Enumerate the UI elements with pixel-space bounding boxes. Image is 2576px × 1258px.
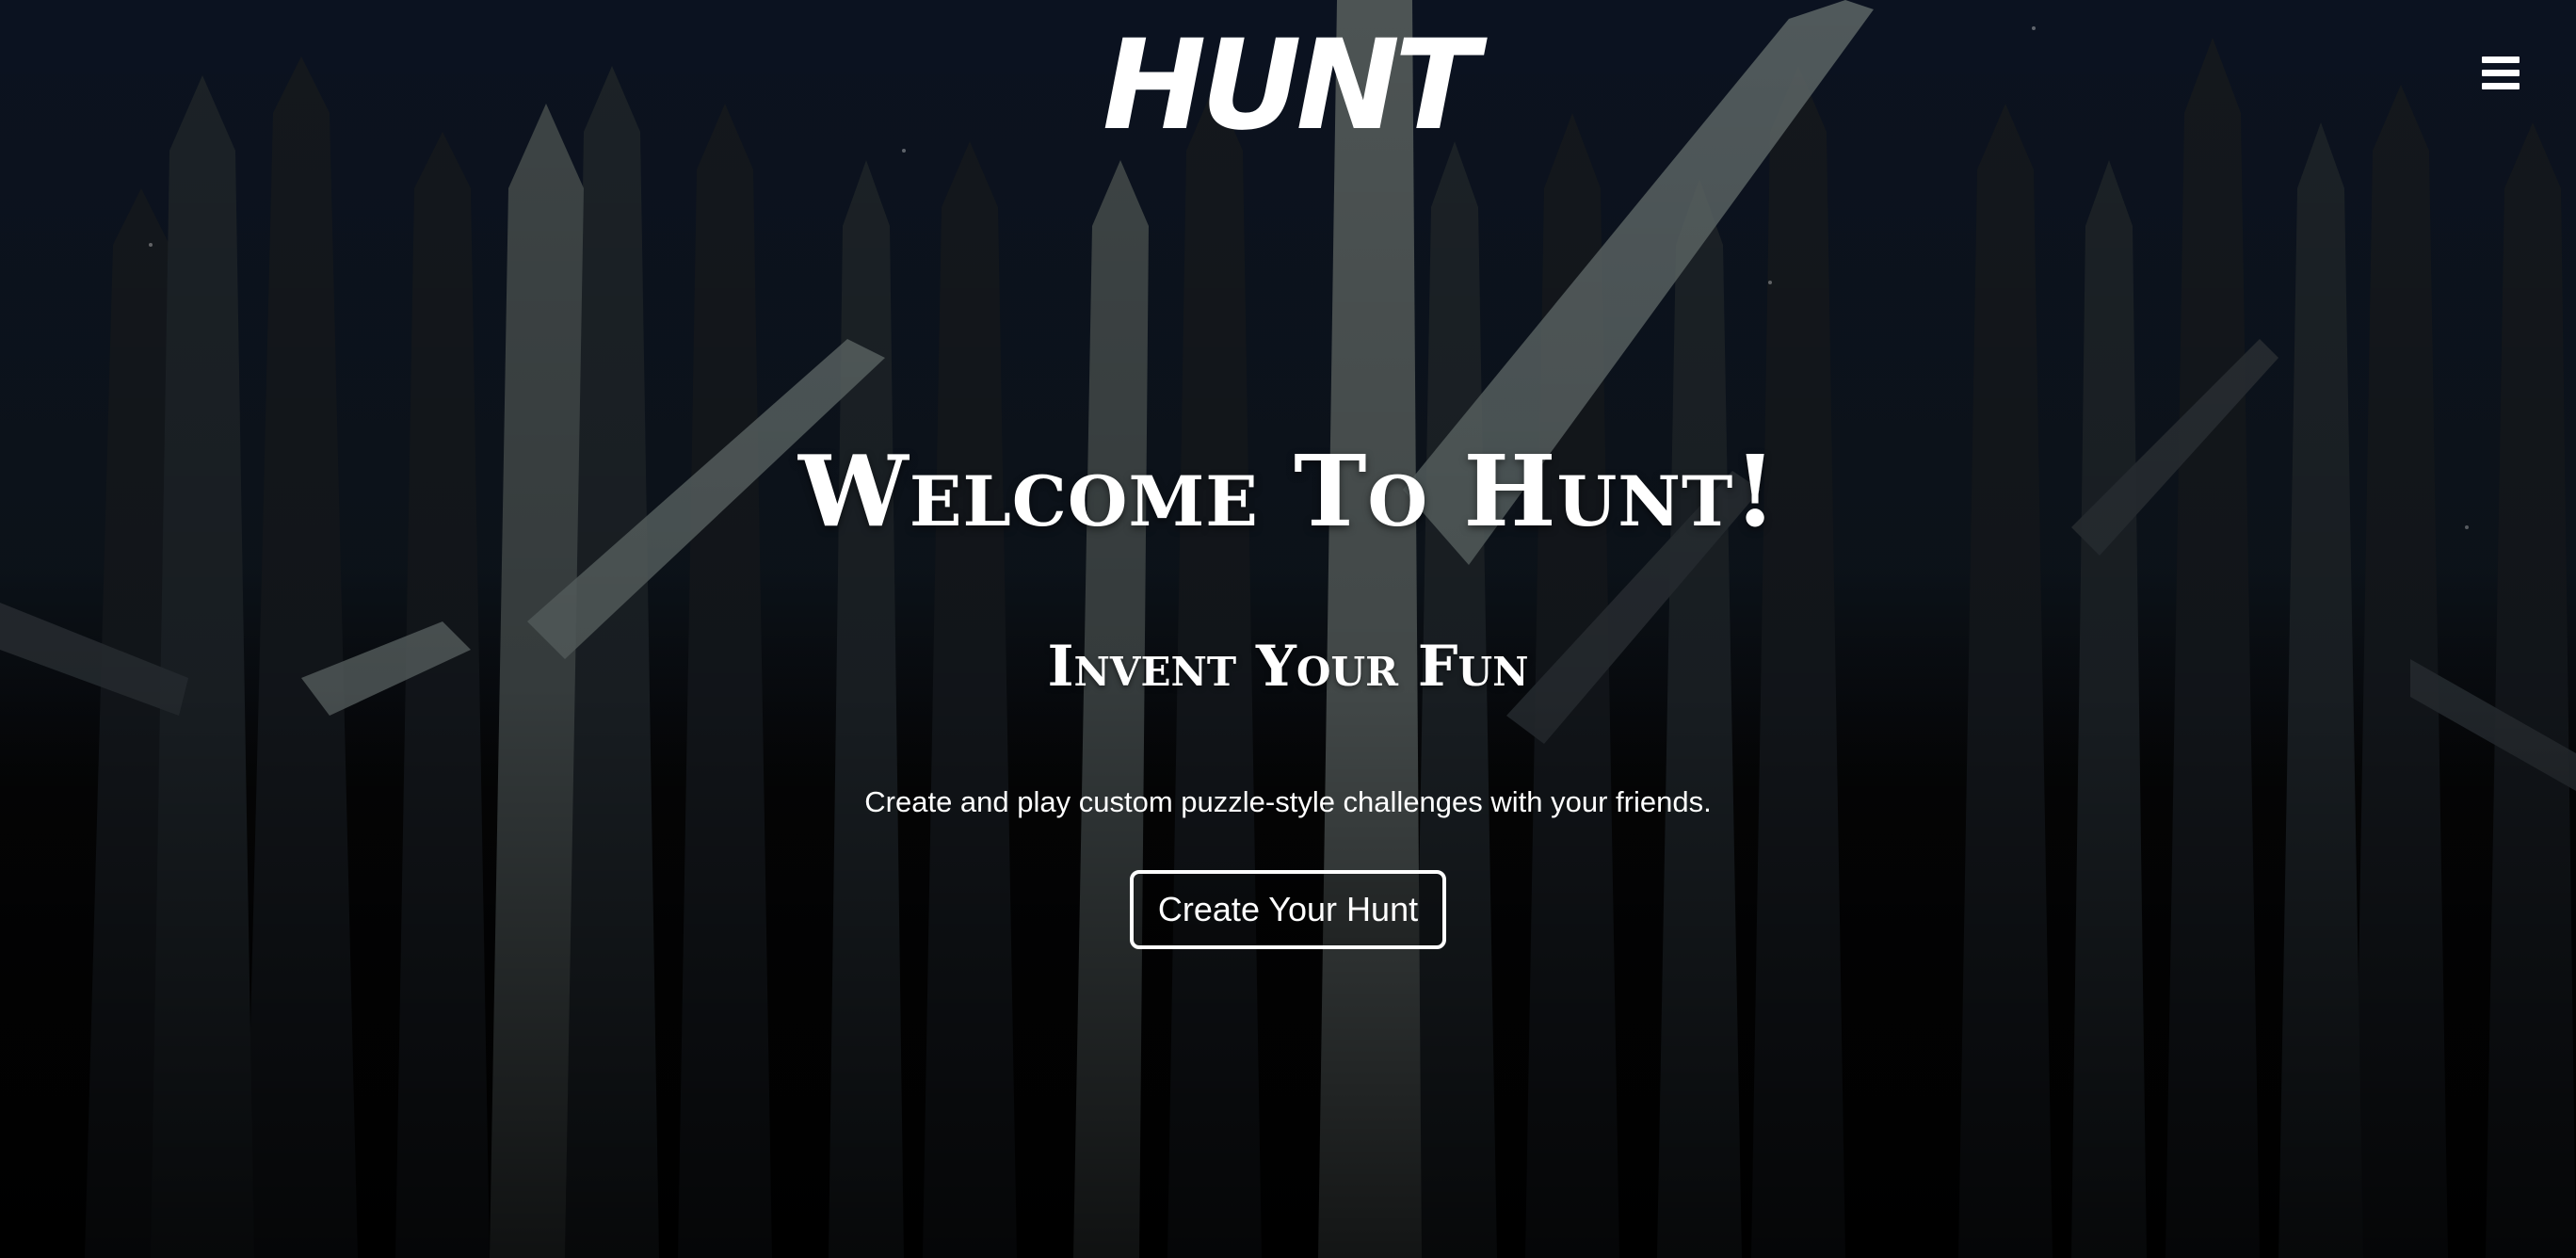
hunt-logo[interactable]: HUNT [1071, 26, 1505, 139]
menu-bar [2482, 70, 2520, 76]
hero-section: Welcome To Hunt! Invent Your Fun Create … [0, 433, 2576, 949]
create-your-hunt-button[interactable]: Create Your Hunt [1129, 870, 1447, 949]
landing-page: HUNT Welcome To Hunt! Invent Your Fun Cr… [0, 0, 2576, 1258]
hunt-logo-graphic: HUNT [1103, 26, 1493, 139]
hamburger-menu-icon[interactable] [2482, 56, 2520, 90]
menu-bar [2482, 56, 2520, 63]
hunt-logo-text: HUNT [1103, 26, 1488, 139]
hero-subtitle: Invent Your Fun [1047, 634, 1529, 700]
page-title: Welcome To Hunt! [798, 433, 1778, 549]
menu-bar [2482, 83, 2520, 89]
hero-description: Create and play custom puzzle-style chal… [864, 785, 1712, 818]
